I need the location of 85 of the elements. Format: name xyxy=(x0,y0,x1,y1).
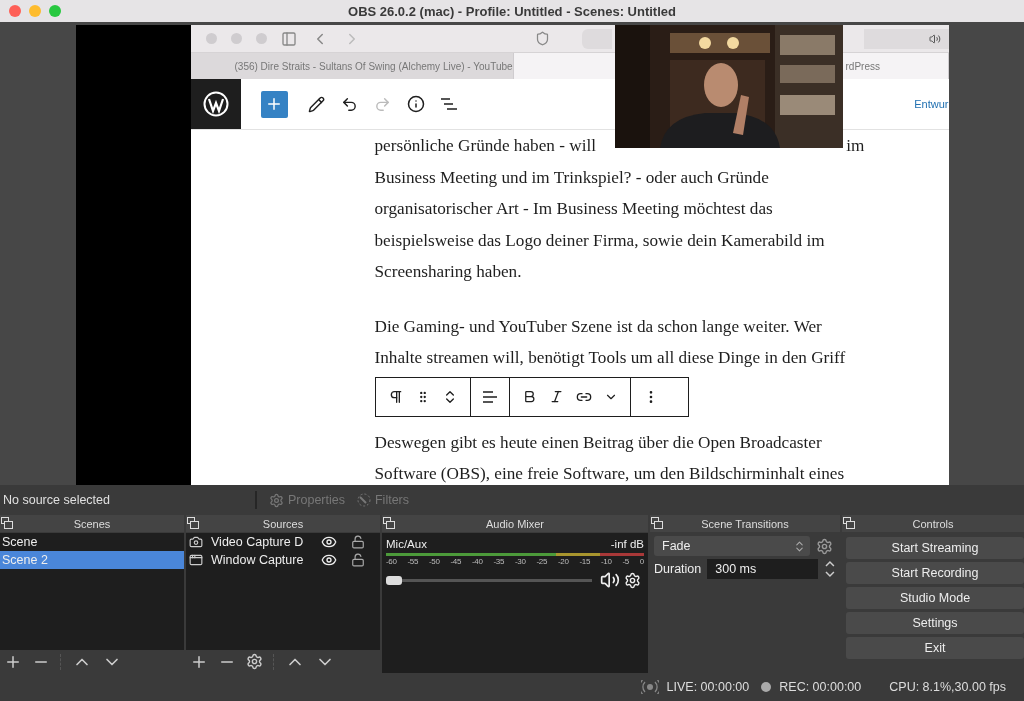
meter-scale-label: -55 xyxy=(407,557,419,566)
eye-icon[interactable] xyxy=(321,552,337,568)
dock-title: Sources xyxy=(262,517,304,530)
meter-scale-label: -50 xyxy=(429,557,440,566)
logo-icon xyxy=(202,91,229,117)
unlock-icon[interactable] xyxy=(351,535,365,549)
status-link[interactable]: Entwur xyxy=(914,98,949,110)
align-icon[interactable] xyxy=(482,390,497,403)
source-name: Window Capture xyxy=(211,553,305,567)
window-dot xyxy=(230,33,242,44)
rec-timer: REC: 00:00:00 xyxy=(779,680,862,694)
gear-icon xyxy=(269,492,284,508)
paragraph-line: Business Meeting und im Trinkspiel? - oder auch Gründe xyxy=(374,166,769,189)
meter-scale-label: -10 xyxy=(601,557,612,566)
dock-float-icon[interactable] xyxy=(651,517,663,529)
sidebar-icon[interactable] xyxy=(280,30,297,47)
meter-scale-label: -40 xyxy=(472,557,483,566)
duration-label: Duration xyxy=(654,562,702,576)
duration-field[interactable]: 300 ms xyxy=(707,559,819,579)
window-dot xyxy=(255,33,267,44)
source-status: No source selected xyxy=(2,493,111,507)
window-dot xyxy=(205,33,217,44)
source-item[interactable]: Video Capture D xyxy=(186,533,380,551)
record-dot xyxy=(761,682,772,692)
info-icon[interactable] xyxy=(406,95,425,113)
meter-scale-label: -25 xyxy=(536,557,548,566)
plus-icon xyxy=(265,95,283,113)
paragraph-line: Deswegen gibt es heute einen Beitrag über die Open Broadcaster xyxy=(374,431,822,454)
undo-icon[interactable] xyxy=(340,95,358,113)
control-button[interactable]: Studio Mode xyxy=(846,587,1024,609)
dock-float-icon[interactable] xyxy=(383,517,395,529)
paragraph-line: organisatorischer Art - Im Business Meeting möchtest das xyxy=(374,198,773,220)
meter-scale-label: -30 xyxy=(515,557,526,566)
paragraph-line: Die Gaming- und YouTuber Szene ist da schon lange weiter. Wer xyxy=(374,315,822,338)
window-icon xyxy=(189,553,203,567)
dock-title: Controls xyxy=(912,517,954,530)
window-title: OBS 26.0.2 (mac) - Profile: Untitled - Scenes: Untitled xyxy=(348,3,676,19)
control-button[interactable]: Start Recording xyxy=(846,562,1024,584)
logo[interactable] xyxy=(190,79,241,129)
camera-icon xyxy=(189,535,203,549)
transition-select[interactable]: Fade xyxy=(654,536,810,556)
dock-float-icon[interactable] xyxy=(1,517,13,529)
paragraph-line: Inhalte streamen will, benötigt Tools um all diese Dinge in den Griff xyxy=(374,347,846,369)
eye-icon[interactable] xyxy=(321,534,337,550)
control-button[interactable]: Exit xyxy=(846,637,1024,659)
italic-icon[interactable] xyxy=(548,389,564,404)
meter-scale-label: -15 xyxy=(579,557,591,566)
paragraph-line: Software (OBS), eine freie Software, um den Bildschirminhalt eines xyxy=(374,463,845,485)
source-item[interactable]: Window Capture xyxy=(186,551,380,569)
meter-scale-label: -5 xyxy=(622,557,629,566)
source-name: Video Capture D xyxy=(211,535,305,549)
cpu-reading: CPU: 8.1%,30.00 fps xyxy=(889,680,1006,694)
control-button[interactable]: Start Streaming xyxy=(846,537,1024,559)
dock-title: Scene Transitions xyxy=(701,517,789,530)
broadcast-icon xyxy=(640,680,659,694)
meter-scale-label: 0 xyxy=(639,557,644,566)
pencil-icon[interactable] xyxy=(307,95,325,113)
paragraph-line: im xyxy=(846,135,865,157)
add-block-button[interactable] xyxy=(260,90,288,118)
paragraph-line: beispielsweise das Logo deiner Firma, sowie dein Kamerabild im xyxy=(374,229,825,252)
dock-float-icon[interactable] xyxy=(187,517,199,529)
list-view-icon[interactable] xyxy=(440,98,457,110)
dock-float-icon[interactable] xyxy=(843,517,855,529)
scene-item[interactable]: Scene xyxy=(0,533,184,551)
updown-icon xyxy=(793,539,806,553)
paragraph-line: Screensharing haben. xyxy=(374,261,522,283)
meter-scale-label: -20 xyxy=(558,557,569,566)
paragraph-line: persönliche Gründe haben - will xyxy=(374,135,596,157)
speaker-icon[interactable] xyxy=(600,570,620,590)
slider-thumb[interactable] xyxy=(386,575,402,585)
filter-icon xyxy=(357,493,371,507)
live-timer: LIVE: 00:00:00 xyxy=(666,680,750,694)
dock-title: Scenes xyxy=(73,517,111,530)
dock-title: Audio Mixer xyxy=(485,517,545,530)
spinner-icon[interactable] xyxy=(824,559,836,579)
meter-scale-label: -35 xyxy=(493,557,505,566)
browser-tab[interactable]: rdPress xyxy=(842,53,949,79)
shield-icon[interactable] xyxy=(534,31,550,46)
channel-name: Mic/Aux xyxy=(386,538,427,550)
control-button[interactable]: Settings xyxy=(846,612,1024,634)
meter-scale-label: -60 xyxy=(386,557,397,566)
gear-icon[interactable] xyxy=(246,653,263,670)
unlock-icon[interactable] xyxy=(351,553,365,567)
channel-reading: -inf dB xyxy=(610,538,644,550)
meter-scale-label: -45 xyxy=(450,557,462,566)
